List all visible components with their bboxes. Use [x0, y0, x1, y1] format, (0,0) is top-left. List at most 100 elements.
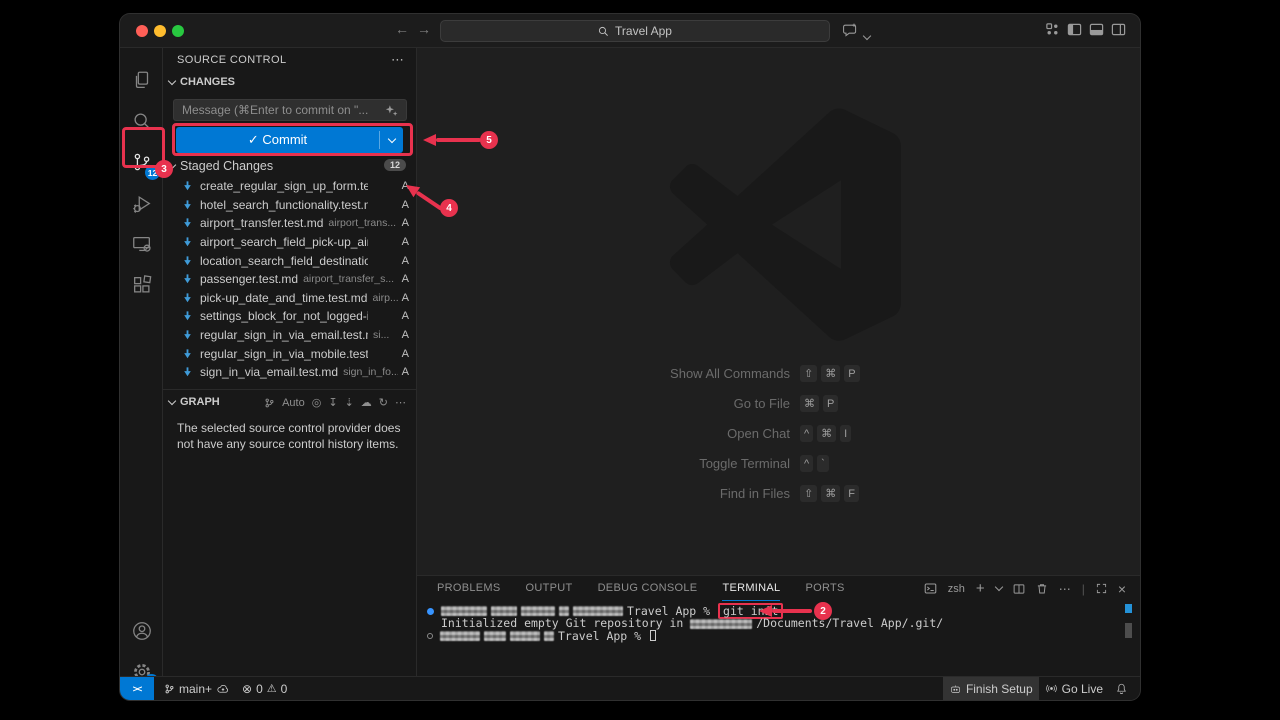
accounts-icon[interactable]: [120, 611, 163, 651]
maximize-traffic-light[interactable]: [172, 25, 184, 37]
shell-label: zsh: [948, 583, 965, 595]
finish-setup-button[interactable]: Finish Setup: [943, 677, 1039, 700]
copilot-chat-icon[interactable]: [842, 22, 858, 43]
key: ⌘: [821, 365, 840, 382]
welcome-shortcuts: Show All Commands ⇧⌘P Go to File ⌘P Open…: [417, 365, 1140, 515]
graph-toolbar: Auto ◎ ↧ ⇣ ☁ ↻ ⋯: [264, 396, 406, 409]
staged-file-row[interactable]: regular_sign_in_via_mobile.test.md... A: [163, 344, 417, 363]
activity-bar: 12 1: [120, 48, 163, 676]
staged-file-row[interactable]: pick-up_date_and_time.test.md airp... A: [163, 289, 417, 308]
kill-terminal-icon[interactable]: [1036, 582, 1048, 595]
staged-file-row[interactable]: passenger.test.md airport_transfer_s... …: [163, 270, 417, 289]
chevron-down-icon[interactable]: [864, 26, 870, 44]
graph-refresh-icon[interactable]: ↻: [379, 396, 388, 409]
sidebar-more-actions-icon[interactable]: ⋯: [391, 52, 404, 68]
search-icon: [598, 26, 609, 37]
key: F: [844, 485, 859, 502]
staged-file-row[interactable]: airport_transfer.test.md airport_trans..…: [163, 214, 417, 233]
editor-area: Show All Commands ⇧⌘P Go to File ⌘P Open…: [417, 48, 1140, 575]
tab-output[interactable]: OUTPUT: [526, 576, 573, 601]
source-control-sidebar: SOURCE CONTROL ⋯ CHANGES Message (⌘Enter…: [163, 48, 417, 676]
back-arrow-icon[interactable]: ←: [392, 21, 412, 37]
commit-dropdown[interactable]: [379, 131, 403, 149]
terminal-output[interactable]: Travel App % git init Initialized empty …: [427, 605, 943, 642]
changes-section-header[interactable]: CHANGES: [169, 76, 235, 88]
branch-name: main+: [179, 682, 212, 696]
chevron-down-icon: [168, 396, 176, 404]
staged-changes-label: Staged Changes: [180, 159, 273, 173]
customize-layout-icon[interactable]: [1045, 22, 1060, 42]
panel-more-icon[interactable]: ⋯: [1059, 582, 1071, 596]
staged-changes-header[interactable]: Staged Changes: [169, 159, 273, 173]
file-status: A: [398, 366, 409, 378]
terminal-dropdown-icon[interactable]: [994, 583, 1002, 591]
staged-file-row[interactable]: create_regular_sign_up_form.test.md A: [163, 177, 417, 196]
extensions-icon[interactable]: [120, 265, 163, 305]
staged-add-icon: [182, 199, 193, 211]
split-terminal-icon[interactable]: [1013, 583, 1025, 595]
close-panel-icon[interactable]: ×: [1118, 581, 1126, 597]
tab-debug-console[interactable]: DEBUG CONSOLE: [598, 576, 698, 601]
staged-file-row[interactable]: airport_search_field_pick-up_airpor... A: [163, 233, 417, 252]
tab-terminal[interactable]: TERMINAL: [722, 576, 780, 601]
go-live-button[interactable]: Go Live: [1039, 677, 1109, 700]
key: ⌘: [821, 485, 840, 502]
annotation-arrow-5: [423, 134, 481, 146]
command-center-search[interactable]: Travel App: [440, 20, 830, 42]
graph-pull-icon[interactable]: ⇣: [345, 396, 354, 409]
notifications-bell-icon[interactable]: [1109, 677, 1140, 700]
graph-more-icon[interactable]: ⋯: [395, 396, 406, 409]
maximize-panel-icon[interactable]: [1096, 583, 1107, 594]
graph-section-header[interactable]: GRAPH: [169, 396, 220, 408]
file-status: A: [398, 217, 409, 229]
file-name: airport_search_field_pick-up_airpor...: [200, 235, 368, 249]
forward-arrow-icon[interactable]: →: [414, 21, 434, 37]
graph-target-icon[interactable]: ◎: [312, 396, 322, 409]
graph-cloud-icon[interactable]: ☁: [361, 396, 372, 409]
file-name: airport_transfer.test.md: [200, 216, 323, 230]
file-desc: airp...: [372, 292, 397, 304]
tab-ports[interactable]: PORTS: [805, 576, 844, 601]
staged-add-icon: [182, 310, 193, 322]
toggle-primary-sidebar-icon[interactable]: [1067, 22, 1082, 42]
close-traffic-light[interactable]: [136, 25, 148, 37]
file-name: passenger.test.md: [200, 272, 298, 286]
new-terminal-icon[interactable]: +: [976, 580, 985, 597]
tab-problems[interactable]: PROBLEMS: [437, 576, 501, 601]
explorer-icon[interactable]: [120, 60, 163, 100]
search-activity-icon[interactable]: [120, 101, 163, 141]
run-debug-icon[interactable]: [120, 184, 163, 224]
terminal-scrollbar[interactable]: [1125, 623, 1132, 638]
file-status: A: [398, 348, 409, 360]
panel-actions: zsh + ⋯ | ×: [924, 576, 1126, 601]
staged-file-row[interactable]: location_search_field_destination_l... A: [163, 251, 417, 270]
file-status: A: [398, 329, 409, 341]
toggle-secondary-sidebar-icon[interactable]: [1111, 22, 1126, 42]
staged-file-row[interactable]: sign_in_via_email.test.md sign_in_fo... …: [163, 363, 417, 382]
file-desc: airport_trans...: [328, 217, 397, 229]
scrollbar-marker: [1125, 604, 1132, 613]
key: ^: [800, 455, 813, 472]
commit-message-input[interactable]: Message (⌘Enter to commit on "...: [173, 99, 407, 121]
branch-status-item[interactable]: main+: [158, 677, 236, 700]
remote-explorer-icon[interactable]: [120, 224, 163, 264]
toggle-panel-icon[interactable]: [1089, 22, 1104, 42]
annotation-step-2: 2: [814, 602, 832, 620]
staged-file-row[interactable]: settings_block_for_not_logged-in_u... A: [163, 307, 417, 326]
chevron-down-icon: [387, 134, 395, 142]
staged-file-row[interactable]: regular_sign_in_via_email.test.md si... …: [163, 326, 417, 345]
terminal-line-output: Initialized empty Git repository in /Doc…: [427, 617, 943, 629]
sparkle-icon[interactable]: [385, 104, 398, 117]
minimize-traffic-light[interactable]: [154, 25, 166, 37]
staged-file-row[interactable]: hotel_search_functionality.test.md A: [163, 196, 417, 215]
commit-button[interactable]: ✓ Commit: [176, 127, 403, 153]
remote-indicator[interactable]: ><: [120, 677, 154, 701]
graph-fetch-icon[interactable]: ↧: [328, 396, 337, 409]
bottom-panel: PROBLEMS OUTPUT DEBUG CONSOLE TERMINAL P…: [417, 575, 1140, 676]
staged-add-icon: [182, 255, 193, 267]
title-bar: ← → Travel App: [120, 14, 1140, 48]
problems-status-item[interactable]: ⊗ 0 ⚠ 0: [236, 677, 293, 700]
shortcut-row: Toggle Terminal ^`: [417, 455, 1140, 472]
file-status: A: [398, 273, 409, 285]
graph-auto-label[interactable]: Auto: [282, 397, 305, 409]
